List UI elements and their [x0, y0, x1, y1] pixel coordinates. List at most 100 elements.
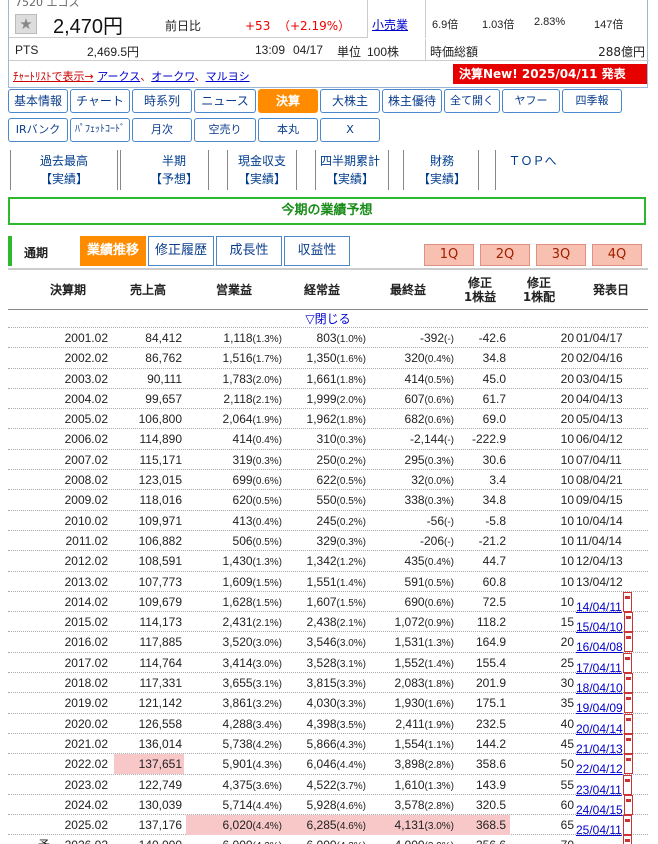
cell-ordinary-value: 6,000 [307, 838, 337, 844]
pdf-icon[interactable] [623, 673, 633, 694]
col-uriage: 売上高 [129, 283, 166, 297]
cell-date[interactable]: 22/04/12 [576, 754, 648, 776]
cell-dividend: 55 [560, 777, 574, 792]
cell-period: 2021.02 [64, 736, 108, 751]
chartlist-label[interactable]: ﾁｬｰﾄﾘｽﾄで表示→ [13, 70, 94, 83]
peer-link-3[interactable]: マルヨシ [206, 70, 250, 83]
tab-open-all[interactable]: 全て開く [444, 89, 500, 113]
cell-date[interactable]: 24/04/15 [576, 794, 648, 817]
cell-net: 1,554(1.1%) [370, 734, 458, 754]
cell-net-value: 1,072 [394, 615, 425, 630]
cell-ordinary-value: 1,607 [306, 594, 337, 609]
tab-news[interactable]: ニュース [194, 89, 256, 113]
cell-net-value: 690 [404, 594, 425, 609]
table-row: 2010.02 109,971 413(0.4%) 245(0.2%) -56(-) -5… [8, 511, 648, 531]
cell-date[interactable]: 15/04/10 [576, 612, 648, 634]
cell-date[interactable]: 18/04/10 [576, 673, 648, 695]
cell-sales: 117,885 [139, 635, 183, 650]
tab-getsuji[interactable]: 月次 [132, 118, 192, 142]
cell-operating-value: 6,020 [222, 818, 253, 833]
cell-net-ratio: (0.4%) [424, 354, 454, 366]
pdf-icon[interactable] [623, 733, 633, 754]
cell-net: -2,144(-) [370, 429, 458, 449]
pdf-icon[interactable] [623, 713, 633, 734]
cell-net-value: 607 [404, 391, 425, 406]
cell-eps: -5.8 [485, 513, 506, 528]
cell-date-text: 09/04/15 [576, 493, 623, 508]
cell-date[interactable]: 17/04/11 [576, 652, 648, 675]
kessan-new-banner[interactable]: 決算New! 2025/04/11 発表 [453, 64, 647, 84]
cell-dividend: 20 [560, 391, 574, 406]
q2-button[interactable]: 2Q [480, 244, 530, 266]
pdf-icon[interactable] [623, 612, 633, 633]
sector-link[interactable]: 小売業 [372, 16, 408, 33]
cell-date[interactable]: 25/04/11 [576, 835, 648, 844]
cell-dividend: 10 [560, 574, 574, 589]
tab-yutai[interactable]: 株主優待 [382, 89, 442, 113]
subtab-shueki[interactable]: 収益性 [284, 236, 350, 266]
pdf-icon[interactable] [623, 632, 633, 653]
pdf-icon[interactable] [622, 774, 632, 795]
pdf-icon[interactable] [622, 815, 632, 836]
pdf-icon[interactable] [622, 591, 632, 612]
subtab-gyoseki[interactable]: 業績推移 [80, 236, 146, 266]
unit-value: 100株 [367, 45, 400, 59]
link-top[interactable]: ＴＯＰへ [478, 150, 586, 190]
cell-ordinary-value: 310 [316, 432, 337, 447]
cell-eps: 164.9 [475, 635, 506, 650]
cell-ordinary: 3,546(3.0%) [286, 632, 370, 652]
pdf-icon[interactable] [623, 754, 633, 775]
tab-x[interactable]: X [320, 118, 380, 142]
q3-button[interactable]: 3Q [536, 244, 586, 266]
cell-date-text: 06/04/12 [576, 432, 623, 447]
subtab-shusei[interactable]: 修正履歴 [148, 236, 214, 266]
q4-button[interactable]: 4Q [592, 244, 642, 266]
pdf-icon[interactable] [622, 835, 632, 844]
cell-sales: 109,679 [138, 594, 182, 609]
cell-net-ratio: (1.6%) [424, 699, 454, 711]
cell-net-ratio: (0.3%) [424, 455, 454, 467]
cell-date[interactable]: 16/04/08 [576, 632, 648, 654]
peer-link-2[interactable]: オークワ [151, 70, 194, 83]
tab-irbank[interactable]: IRバンク [8, 118, 68, 142]
tab-ookabunushi[interactable]: 大株主 [320, 89, 380, 113]
tab-karauri[interactable]: 空売り [194, 118, 256, 142]
cell-ordinary-value: 5,928 [306, 797, 337, 812]
cell-operating-ratio: (4.4%) [252, 821, 282, 833]
peer-link-1[interactable]: アークス [97, 70, 140, 83]
tab-yahoo[interactable]: ヤフー [502, 89, 560, 113]
sub-links: 過去最高 【実績】 半期 【予想】 現金収支 【実績】 四半期累計 【実績】 財務 【実績… [10, 150, 586, 190]
tab-honmaru[interactable]: 本丸 [258, 118, 318, 142]
tab-jikeiretsu[interactable]: 時系列 [132, 89, 192, 113]
cell-date[interactable]: 25/04/11 [576, 815, 648, 837]
link-kako-saikou[interactable]: 過去最高 【実績】 [10, 150, 118, 190]
cell-sales: 107,773 [138, 574, 182, 589]
close-toggle[interactable]: ▽閉じる [8, 310, 648, 328]
pdf-icon[interactable] [623, 693, 633, 714]
subtab-seichou[interactable]: 成長性 [216, 236, 282, 266]
cell-date[interactable]: 23/04/11 [576, 774, 648, 797]
cell-eps: 143.9 [475, 777, 506, 792]
tab-perfect-code[interactable]: ﾊﾟﾌｪｯﾄｺｰﾄﾞ [70, 118, 130, 142]
cell-ordinary: 2,438(2.1%) [286, 612, 370, 632]
cell-operating: 1,628(1.5%) [186, 592, 286, 612]
tab-chart[interactable]: チャート [70, 89, 130, 113]
tab-shikiho[interactable]: 四季報 [562, 89, 622, 113]
table-row: 2015.02 114,173 2,431(2.1%) 2,438(2.1%) 1,07… [8, 612, 648, 634]
cell-date[interactable]: 14/04/11 [576, 591, 648, 614]
cell-date[interactable]: 20/04/14 [576, 713, 648, 736]
cell-period: 2016.02 [64, 635, 108, 650]
pdf-icon[interactable] [622, 652, 632, 673]
pdf-icon[interactable] [623, 794, 633, 815]
q1-button[interactable]: 1Q [424, 244, 474, 266]
cell-date[interactable]: 19/04/09 [576, 693, 648, 715]
cell-operating: 413(0.4%) [186, 511, 286, 531]
tab-kessan[interactable]: 決算 [258, 89, 318, 113]
cell-ordinary-value: 1,962 [306, 412, 337, 427]
cell-date: 11/04/14 [576, 531, 648, 551]
cell-net: 3,898(2.8%) [370, 754, 458, 774]
cell-ordinary-ratio: (3.7%) [336, 780, 366, 792]
star-icon[interactable]: ★ [15, 14, 37, 34]
cell-date[interactable]: 21/04/13 [576, 733, 648, 756]
tab-kihon[interactable]: 基本情報 [8, 89, 68, 113]
